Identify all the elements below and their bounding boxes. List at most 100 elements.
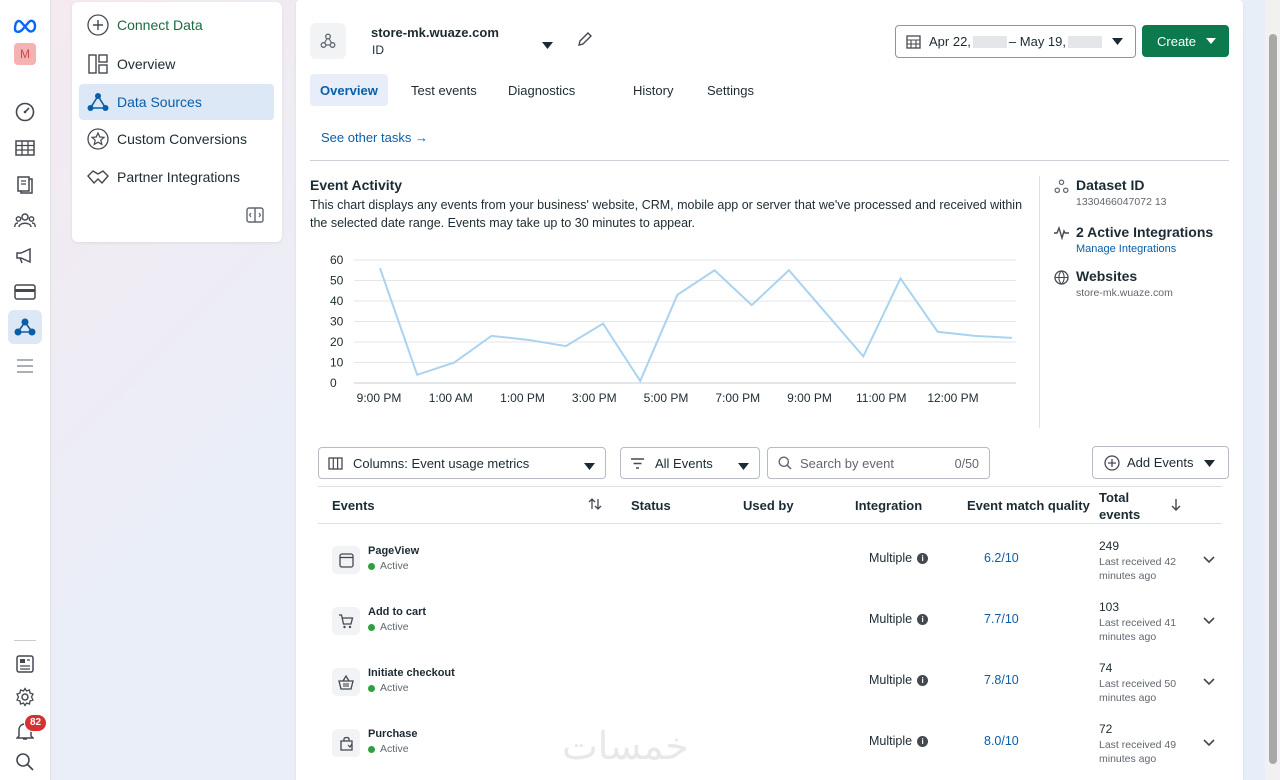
events-manager-icon[interactable] [8,310,42,344]
handshake-icon [87,166,109,188]
col-events[interactable]: Events [332,498,375,513]
chevron-down-icon[interactable] [1203,673,1215,691]
collapse-panel-icon[interactable] [246,207,264,228]
watermark-logo: خمسات [562,724,689,768]
y-tick-label: 20 [330,335,344,349]
dataset-id-icon [1054,177,1070,208]
websites-info: Websites store-mk.wuaze.com [1054,268,1173,299]
megaphone-icon[interactable] [8,239,42,273]
search-event-input[interactable] [800,455,940,471]
table-row[interactable]: Add to cart Active Multiple i 7.7/10 103 … [318,593,1222,654]
sort-down-arrow-icon[interactable] [1171,498,1181,514]
search-icon[interactable] [8,745,42,779]
dataset-id-label: ID [372,43,384,57]
see-other-tasks-link[interactable]: See other tasks → [321,130,428,145]
columns-caret-icon [584,458,595,473]
table-row[interactable]: Purchase Active Multiple i 8.0/10 72 Last… [318,715,1222,776]
nav-overview[interactable]: Overview [79,46,274,82]
chevron-down-icon[interactable] [1203,734,1215,752]
data-sources-icon [87,91,109,113]
emq-link[interactable]: 6.2/10 [984,551,1019,565]
page-scrollbar[interactable] [1265,0,1280,780]
emq-link[interactable]: 7.7/10 [984,612,1019,626]
events-caret-icon [738,458,749,473]
x-tick-label: 9:00 PM [357,391,402,405]
catalog-book-icon[interactable] [8,167,42,201]
layout-icon [87,53,109,75]
news-feed-icon[interactable] [8,647,42,681]
nav-connect-data[interactable]: Connect Data [79,7,274,43]
nav-custom-conversions[interactable]: Custom Conversions [79,121,274,157]
star-badge-icon [87,128,109,150]
add-events-button[interactable]: Add Events [1092,446,1229,479]
nav-data-sources[interactable]: Data Sources [79,84,274,120]
status-badge: Active [368,560,409,572]
purchase-bag-icon [332,729,360,757]
date-range-picker[interactable]: Apr 22, – May 19, [895,25,1136,58]
table-row[interactable]: Initiate checkout Active Multiple i 7.8/1… [318,654,1222,715]
tab-overview[interactable]: Overview [310,74,388,106]
dataset-name: store-mk.wuaze.com [371,25,499,40]
tab-diagnostics[interactable]: Diagnostics [498,74,585,106]
col-total-events[interactable]: Total events [1099,489,1161,523]
divider [310,160,1229,161]
nav-partner-integrations[interactable]: Partner Integrations [79,159,274,195]
tab-settings[interactable]: Settings [697,74,764,106]
menu-lines-icon[interactable] [8,349,42,383]
rail-divider [14,640,36,641]
event-activity-chart: 0 10 20 30 40 50 60 9:00 PM 1:00 AM 1:00 PM 3:00 P… [330,253,1016,405]
gauge-icon[interactable] [8,95,42,129]
profile-avatar[interactable]: M [8,37,42,71]
emq-link[interactable]: 8.0/10 [984,734,1019,748]
col-used-by[interactable]: Used by [743,498,794,513]
col-status[interactable]: Status [631,498,671,513]
x-tick-label: 1:00 AM [429,391,473,405]
info-icon: i [917,552,929,564]
info-icon: i [917,613,929,625]
billing-card-icon[interactable] [8,275,42,309]
tab-test-events[interactable]: Test events [401,74,487,106]
left-rail: M 82 [0,0,51,780]
y-tick-label: 60 [330,253,344,267]
events-filter-dropdown[interactable]: All Events [620,447,760,479]
dataset-dropdown-caret-icon[interactable] [542,36,553,54]
x-tick-label: 11:00 PM [856,391,906,405]
search-char-count: 0/50 [954,457,979,471]
vertical-divider [1039,176,1040,428]
manage-integrations-link[interactable]: Manage Integrations [1076,243,1213,255]
sort-arrows-icon[interactable] [588,498,602,513]
status-badge: Active [368,682,409,694]
side-nav: Connect Data Overview Data Sources Custo… [72,2,282,242]
col-event-match-quality[interactable]: Event match quality [967,498,1090,513]
scrollbar-thumb[interactable] [1269,34,1277,764]
activity-pulse-icon [1054,224,1070,255]
emq-link[interactable]: 7.8/10 [984,673,1019,687]
table-row[interactable]: PageView Active Multiple i 6.2/10 249 Las… [318,532,1222,593]
y-tick-label: 0 [330,376,337,390]
info-icon: i [917,674,929,686]
event-activity-title: Event Activity [310,177,403,193]
tab-history[interactable]: History [623,74,683,106]
info-icon: i [917,735,929,747]
columns-dropdown[interactable]: Columns: Event usage metrics [318,447,606,479]
settings-gear-icon[interactable] [8,680,42,714]
redacted-year [1068,35,1103,48]
edit-pencil-icon[interactable] [577,31,593,52]
basket-icon [332,668,360,696]
main-panel: store-mk.wuaze.com ID Apr 22, – May 19, … [296,0,1243,780]
calendar-icon [906,34,921,49]
x-tick-label: 5:00 PM [644,391,689,405]
x-tick-label: 1:00 PM [500,391,545,405]
col-integration[interactable]: Integration [855,498,922,513]
chevron-down-icon[interactable] [1203,551,1215,569]
x-tick-label: 7:00 PM [715,391,760,405]
add-events-caret-icon [1204,460,1215,467]
y-tick-label: 50 [330,274,344,288]
audiences-icon[interactable] [8,203,42,237]
status-badge: Active [368,621,409,633]
chevron-down-icon[interactable] [1203,612,1215,630]
table-grid-icon[interactable] [8,131,42,165]
plus-circle-icon [1104,454,1120,471]
x-tick-label: 9:00 PM [787,391,832,405]
create-button[interactable]: Create [1142,25,1229,57]
